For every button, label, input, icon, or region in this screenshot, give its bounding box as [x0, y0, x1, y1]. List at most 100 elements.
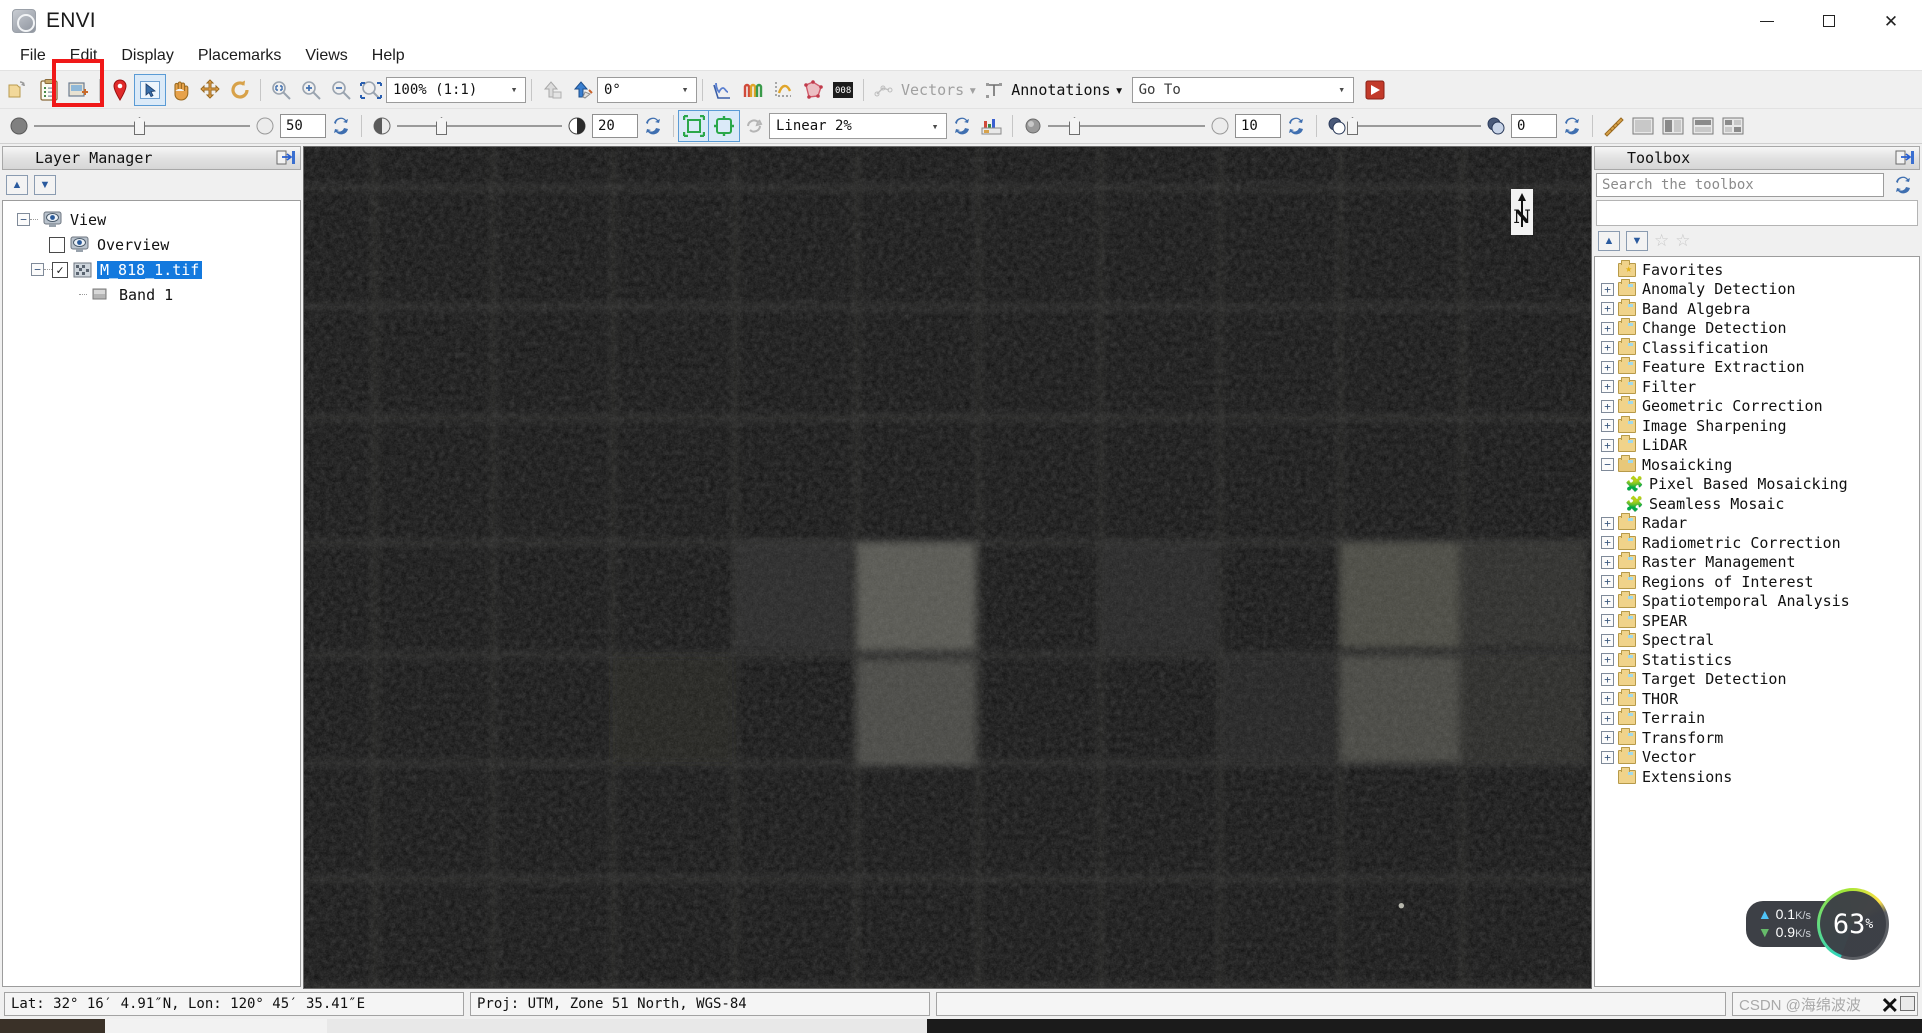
zoom-out-button[interactable]: [326, 75, 356, 105]
expander-icon[interactable]: −: [1601, 458, 1614, 472]
stretch-to-view-button[interactable]: [708, 110, 740, 142]
sharpen-slider-thumb[interactable]: [1069, 117, 1080, 135]
expander-icon[interactable]: +: [1601, 282, 1614, 296]
toolbox-item-radiometric-correction[interactable]: + Radiometric Correction: [1595, 532, 1919, 553]
expander-icon[interactable]: +: [1601, 380, 1614, 394]
region-of-interest-button[interactable]: [798, 75, 828, 105]
brightness-reset-button[interactable]: [326, 111, 356, 141]
zoom-fit-button[interactable]: [266, 75, 296, 105]
toolbox-item-radar[interactable]: + Radar: [1595, 513, 1919, 534]
two-view-horizontal-button[interactable]: [1688, 111, 1718, 141]
menu-placemarks[interactable]: Placemarks: [186, 44, 294, 68]
expander-icon[interactable]: +: [1601, 302, 1614, 316]
expander-icon[interactable]: −: [17, 213, 30, 226]
contrast-value-field[interactable]: 20: [592, 114, 638, 138]
move-layer-up-button[interactable]: ▲: [6, 175, 28, 195]
toolbox-refresh-button[interactable]: [1888, 170, 1918, 200]
layer-tree-item-overview[interactable]: Overview: [3, 232, 300, 257]
overview-visibility-checkbox[interactable]: [49, 236, 65, 253]
toolbox-item-change-detection[interactable]: + Change Detection: [1595, 318, 1919, 339]
sharpen-value-field[interactable]: 10: [1235, 114, 1281, 138]
network-monitor-widget[interactable]: ▲ 0.1K/s ▼ 0.9K/s 63 %: [1745, 888, 1889, 960]
expander-icon[interactable]: +: [1601, 575, 1614, 589]
toolbox-item-classification[interactable]: + Classification: [1595, 337, 1919, 358]
toolbox-item-geometric-correction[interactable]: + Geometric Correction: [1595, 396, 1919, 417]
expander-icon[interactable]: +: [1601, 633, 1614, 647]
expander-icon[interactable]: +: [1601, 419, 1614, 433]
sharpen-reset-button[interactable]: [1281, 111, 1311, 141]
toolbox-item-feature-extraction[interactable]: + Feature Extraction: [1595, 357, 1919, 378]
toolbox-item-anomaly-detection[interactable]: + Anomaly Detection: [1595, 279, 1919, 300]
expander-icon[interactable]: −: [31, 263, 44, 276]
toolbox-item-transform[interactable]: + Transform: [1595, 727, 1919, 748]
contrast-slider-thumb[interactable]: [436, 117, 447, 135]
expander-icon[interactable]: +: [1601, 360, 1614, 374]
zoom-to-selection-button[interactable]: [356, 75, 386, 105]
zoom-in-button[interactable]: [296, 75, 326, 105]
spectral-profile-button[interactable]: [708, 75, 738, 105]
measurement-tool-button[interactable]: [1598, 111, 1628, 141]
custom-profile-button[interactable]: [768, 75, 798, 105]
select-tool-button[interactable]: [134, 73, 166, 106]
vectors-menu-label[interactable]: Vectors: [901, 81, 964, 99]
previous-view-button[interactable]: [537, 75, 567, 105]
four-view-button[interactable]: [1718, 111, 1748, 141]
expander-icon[interactable]: +: [1601, 341, 1614, 355]
transparency-value-field[interactable]: 0: [1511, 114, 1557, 138]
rotation-combobox[interactable]: 0° ▾: [597, 76, 697, 103]
toolbox-item-filter[interactable]: + Filter: [1595, 376, 1919, 397]
menu-file[interactable]: File: [8, 44, 58, 68]
toolbox-item-extensions[interactable]: Extensions: [1595, 766, 1919, 787]
toolbox-item-mosaicking[interactable]: − Mosaicking: [1595, 454, 1919, 475]
goto-combobox[interactable]: Go To ▾: [1131, 76, 1354, 103]
menu-help[interactable]: Help: [360, 44, 417, 68]
expander-icon[interactable]: +: [1601, 438, 1614, 452]
expander-icon[interactable]: +: [1601, 555, 1614, 569]
toolbox-item-band-algebra[interactable]: + Band Algebra: [1595, 298, 1919, 319]
layer-tree-label-selected[interactable]: M_818_1.tif: [97, 260, 203, 279]
expander-icon[interactable]: +: [1601, 731, 1614, 745]
expander-icon[interactable]: +: [1601, 692, 1614, 706]
save-view-button[interactable]: [64, 75, 94, 105]
toolbox-item-pixel-based-mosaicking[interactable]: 🧩 Pixel Based Mosaicking: [1595, 475, 1919, 495]
toolbox-item-regions-of-interest[interactable]: + Regions of Interest: [1595, 571, 1919, 592]
raster-visibility-checkbox[interactable]: ✓: [52, 261, 68, 278]
crosshair-move-button[interactable]: [195, 75, 225, 105]
layer-tree[interactable]: − View Overview − ✓ M_818_1.tif Band 1: [2, 200, 301, 987]
expander-icon[interactable]: +: [1601, 750, 1614, 764]
expander-icon[interactable]: +: [1601, 399, 1614, 413]
pan-tool-button[interactable]: [165, 75, 195, 105]
histogram-button[interactable]: [977, 111, 1007, 141]
raster-image-canvas[interactable]: [304, 147, 1591, 989]
multi-spectral-profile-button[interactable]: [738, 75, 768, 105]
single-view-button[interactable]: [1628, 111, 1658, 141]
toolbox-item-image-sharpening[interactable]: + Image Sharpening: [1595, 415, 1919, 436]
open-file-button[interactable]: [4, 75, 34, 105]
toolbox-item-raster-management[interactable]: + Raster Management: [1595, 552, 1919, 573]
brightness-value-field[interactable]: 50: [280, 114, 326, 138]
menu-views[interactable]: Views: [293, 44, 359, 68]
toolbox-search-input[interactable]: Search the toolbox: [1596, 173, 1884, 197]
stretch-full-extent-button[interactable]: [678, 110, 710, 142]
restore-icon[interactable]: [1900, 996, 1915, 1011]
annotations-menu-label[interactable]: Annotations: [1011, 81, 1110, 99]
expander-icon[interactable]: +: [1601, 536, 1614, 550]
toolbox-item-spear[interactable]: + SPEAR: [1595, 610, 1919, 631]
toolbox-item-target-detection[interactable]: + Target Detection: [1595, 669, 1919, 690]
brightness-slider[interactable]: [34, 117, 250, 135]
toolbox-item-vector[interactable]: + Vector: [1595, 747, 1919, 768]
toolbox-item-favorites[interactable]: Favorites: [1595, 259, 1919, 280]
rotate-tool-button[interactable]: [225, 75, 255, 105]
annotations-chevron-down-icon[interactable]: ▾: [1115, 81, 1124, 99]
layer-tree-item-view[interactable]: − View: [3, 207, 300, 232]
toolbox-item-thor[interactable]: + THOR: [1595, 688, 1919, 709]
paste-clipboard-button[interactable]: [34, 75, 64, 105]
contrast-slider[interactable]: [397, 117, 562, 135]
transparency-slider[interactable]: [1347, 117, 1481, 135]
close-icon[interactable]: ✕: [1881, 993, 1899, 1019]
toolbox-move-up-button[interactable]: ▲: [1598, 231, 1620, 251]
two-view-vertical-button[interactable]: [1658, 111, 1688, 141]
remove-favorite-star-icon[interactable]: ☆: [1675, 231, 1690, 251]
zoom-level-combobox[interactable]: 100% (1:1) ▾: [386, 76, 526, 103]
pin-panel-icon[interactable]: [276, 150, 296, 166]
